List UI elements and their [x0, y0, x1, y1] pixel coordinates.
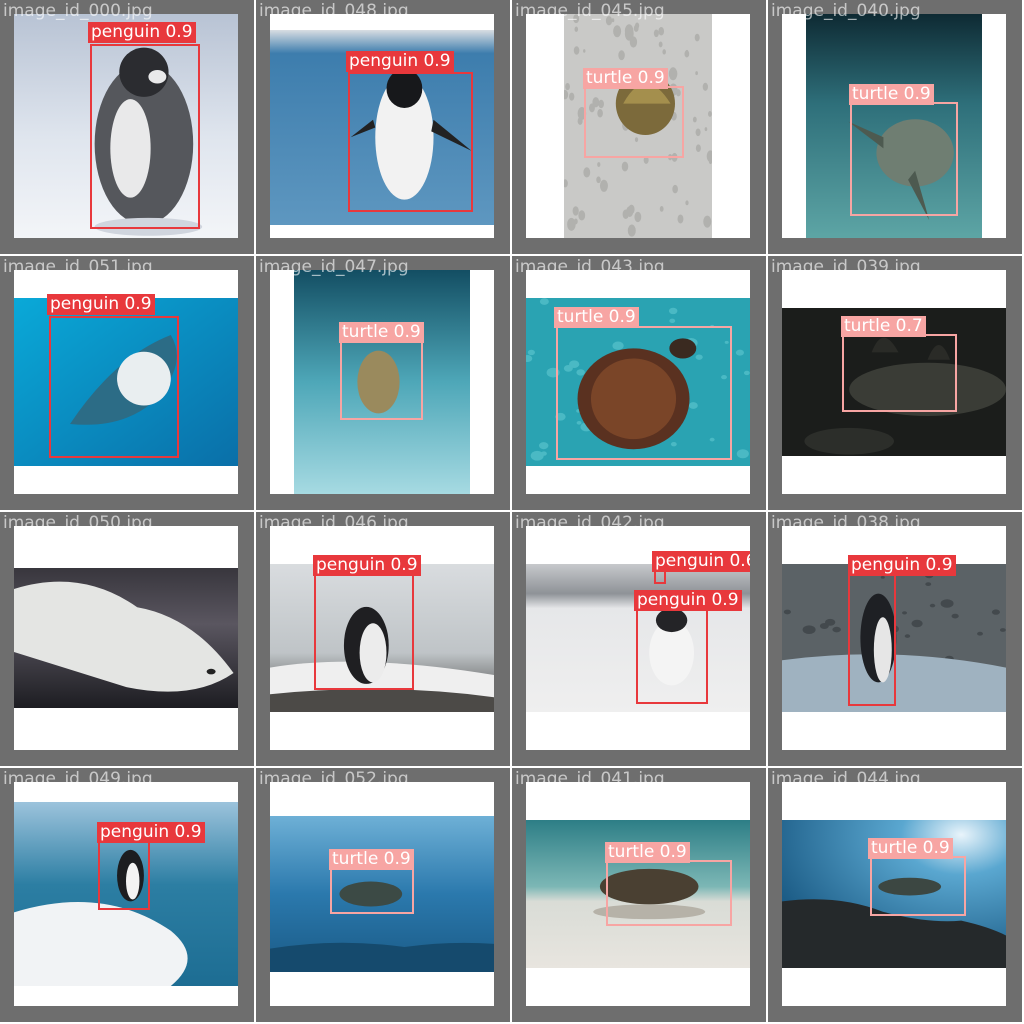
image-canvas: turtle 0.9 [782, 782, 1006, 1006]
image-filename: image_id_052.jpg [259, 769, 409, 789]
detection-label: turtle 0.9 [329, 849, 414, 870]
image-filename: image_id_043.jpg [515, 257, 665, 277]
image-filename: image_id_045.jpg [515, 1, 665, 21]
bounding-box [636, 608, 708, 704]
image-canvas: turtle 0.7 [782, 270, 1006, 494]
result-tile: image_id_049.jpg penguin 0.9 [0, 768, 254, 1022]
image-canvas: penguin 0.9 [270, 526, 494, 750]
bounding-box [330, 868, 414, 914]
image-canvas: penguin 0.9 [14, 14, 238, 238]
photo [14, 568, 238, 708]
image-canvas: turtle 0.9 [526, 14, 750, 238]
image-filename: image_id_000.jpg [3, 1, 153, 21]
image-filename: image_id_048.jpg [259, 1, 409, 21]
bounding-box [848, 574, 896, 706]
image-canvas: penguin 0.9 [782, 526, 1006, 750]
result-tile: image_id_039.jpg turtle 0.7 [768, 256, 1022, 510]
bounding-box [314, 568, 414, 690]
result-tile: image_id_045.jpg turtle 0.9 [512, 0, 766, 254]
image-filename: image_id_039.jpg [771, 257, 921, 277]
bounding-box [870, 856, 966, 916]
image-filename: image_id_038.jpg [771, 513, 921, 533]
detection-label: penguin 0.9 [313, 555, 421, 576]
result-tile: image_id_050.jpg [0, 512, 254, 766]
bounding-box [90, 44, 200, 229]
bounding-box [842, 334, 957, 412]
image-filename: image_id_051.jpg [3, 257, 153, 277]
result-tile: image_id_047.jpg turtle 0.9 [256, 256, 510, 510]
image-filename: image_id_040.jpg [771, 1, 921, 21]
image-canvas: turtle 0.9 [526, 782, 750, 1006]
image-canvas: penguin 0.9 [270, 14, 494, 238]
detection-label: turtle 0.9 [339, 322, 424, 343]
image-canvas: turtle 0.9 [270, 270, 494, 494]
result-tile: image_id_040.jpg turtle 0.9 [768, 0, 1022, 254]
detection-label: turtle 0.9 [849, 84, 934, 105]
detection-label: turtle 0.9 [583, 68, 668, 89]
bounding-box [584, 86, 684, 158]
image-filename: image_id_047.jpg [259, 257, 409, 277]
detection-label: turtle 0.9 [605, 842, 690, 863]
image-canvas: penguin 0.6 penguin 0.9 [526, 526, 750, 750]
bounding-box [654, 570, 666, 584]
bounding-box [49, 316, 179, 458]
detection-label: penguin 0.9 [634, 590, 742, 611]
detection-label: penguin 0.9 [47, 294, 155, 315]
result-tile: image_id_000.jpg penguin 0.9 [0, 0, 254, 254]
result-tile: image_id_051.jpg penguin 0.9 [0, 256, 254, 510]
result-tile: image_id_042.jpg penguin 0.6 penguin 0.9 [512, 512, 766, 766]
result-tile: image_id_052.jpg turtle 0.9 [256, 768, 510, 1022]
image-filename: image_id_046.jpg [259, 513, 409, 533]
detection-label: turtle 0.9 [868, 838, 953, 859]
image-canvas: turtle 0.9 [270, 782, 494, 1006]
result-tile: image_id_043.jpg turtle 0.9 [512, 256, 766, 510]
image-canvas: turtle 0.9 [782, 14, 1006, 238]
detection-results-grid: image_id_000.jpg penguin 0.9 image_id_048… [0, 0, 1024, 1024]
image-canvas: turtle 0.9 [526, 270, 750, 494]
detection-label: penguin 0.9 [848, 555, 956, 576]
bounding-box [606, 860, 732, 926]
result-tile: image_id_046.jpg penguin 0.9 [256, 512, 510, 766]
bounding-box [556, 326, 732, 460]
detection-label: turtle 0.9 [554, 307, 639, 328]
image-canvas: penguin 0.9 [14, 270, 238, 494]
image-filename: image_id_050.jpg [3, 513, 153, 533]
detection-label: penguin 0.9 [97, 822, 205, 843]
result-tile: image_id_038.jpg penguin 0.9 [768, 512, 1022, 766]
bounding-box [348, 72, 473, 212]
result-tile: image_id_041.jpg turtle 0.9 [512, 768, 766, 1022]
result-tile: image_id_044.jpg turtle 0.9 [768, 768, 1022, 1022]
image-filename: image_id_044.jpg [771, 769, 921, 789]
image-filename: image_id_042.jpg [515, 513, 665, 533]
image-filename: image_id_049.jpg [3, 769, 153, 789]
detection-label: penguin 0.9 [346, 51, 454, 72]
detection-label: turtle 0.7 [841, 316, 926, 337]
image-filename: image_id_041.jpg [515, 769, 665, 789]
result-tile: image_id_048.jpg penguin 0.9 [256, 0, 510, 254]
bounding-box [850, 102, 958, 216]
image-canvas [14, 526, 238, 750]
image-canvas: penguin 0.9 [14, 782, 238, 1006]
detection-label: penguin 0.9 [88, 22, 196, 43]
bounding-box [340, 340, 423, 420]
bounding-box [98, 840, 150, 910]
detection-label: penguin 0.6 [652, 551, 750, 572]
